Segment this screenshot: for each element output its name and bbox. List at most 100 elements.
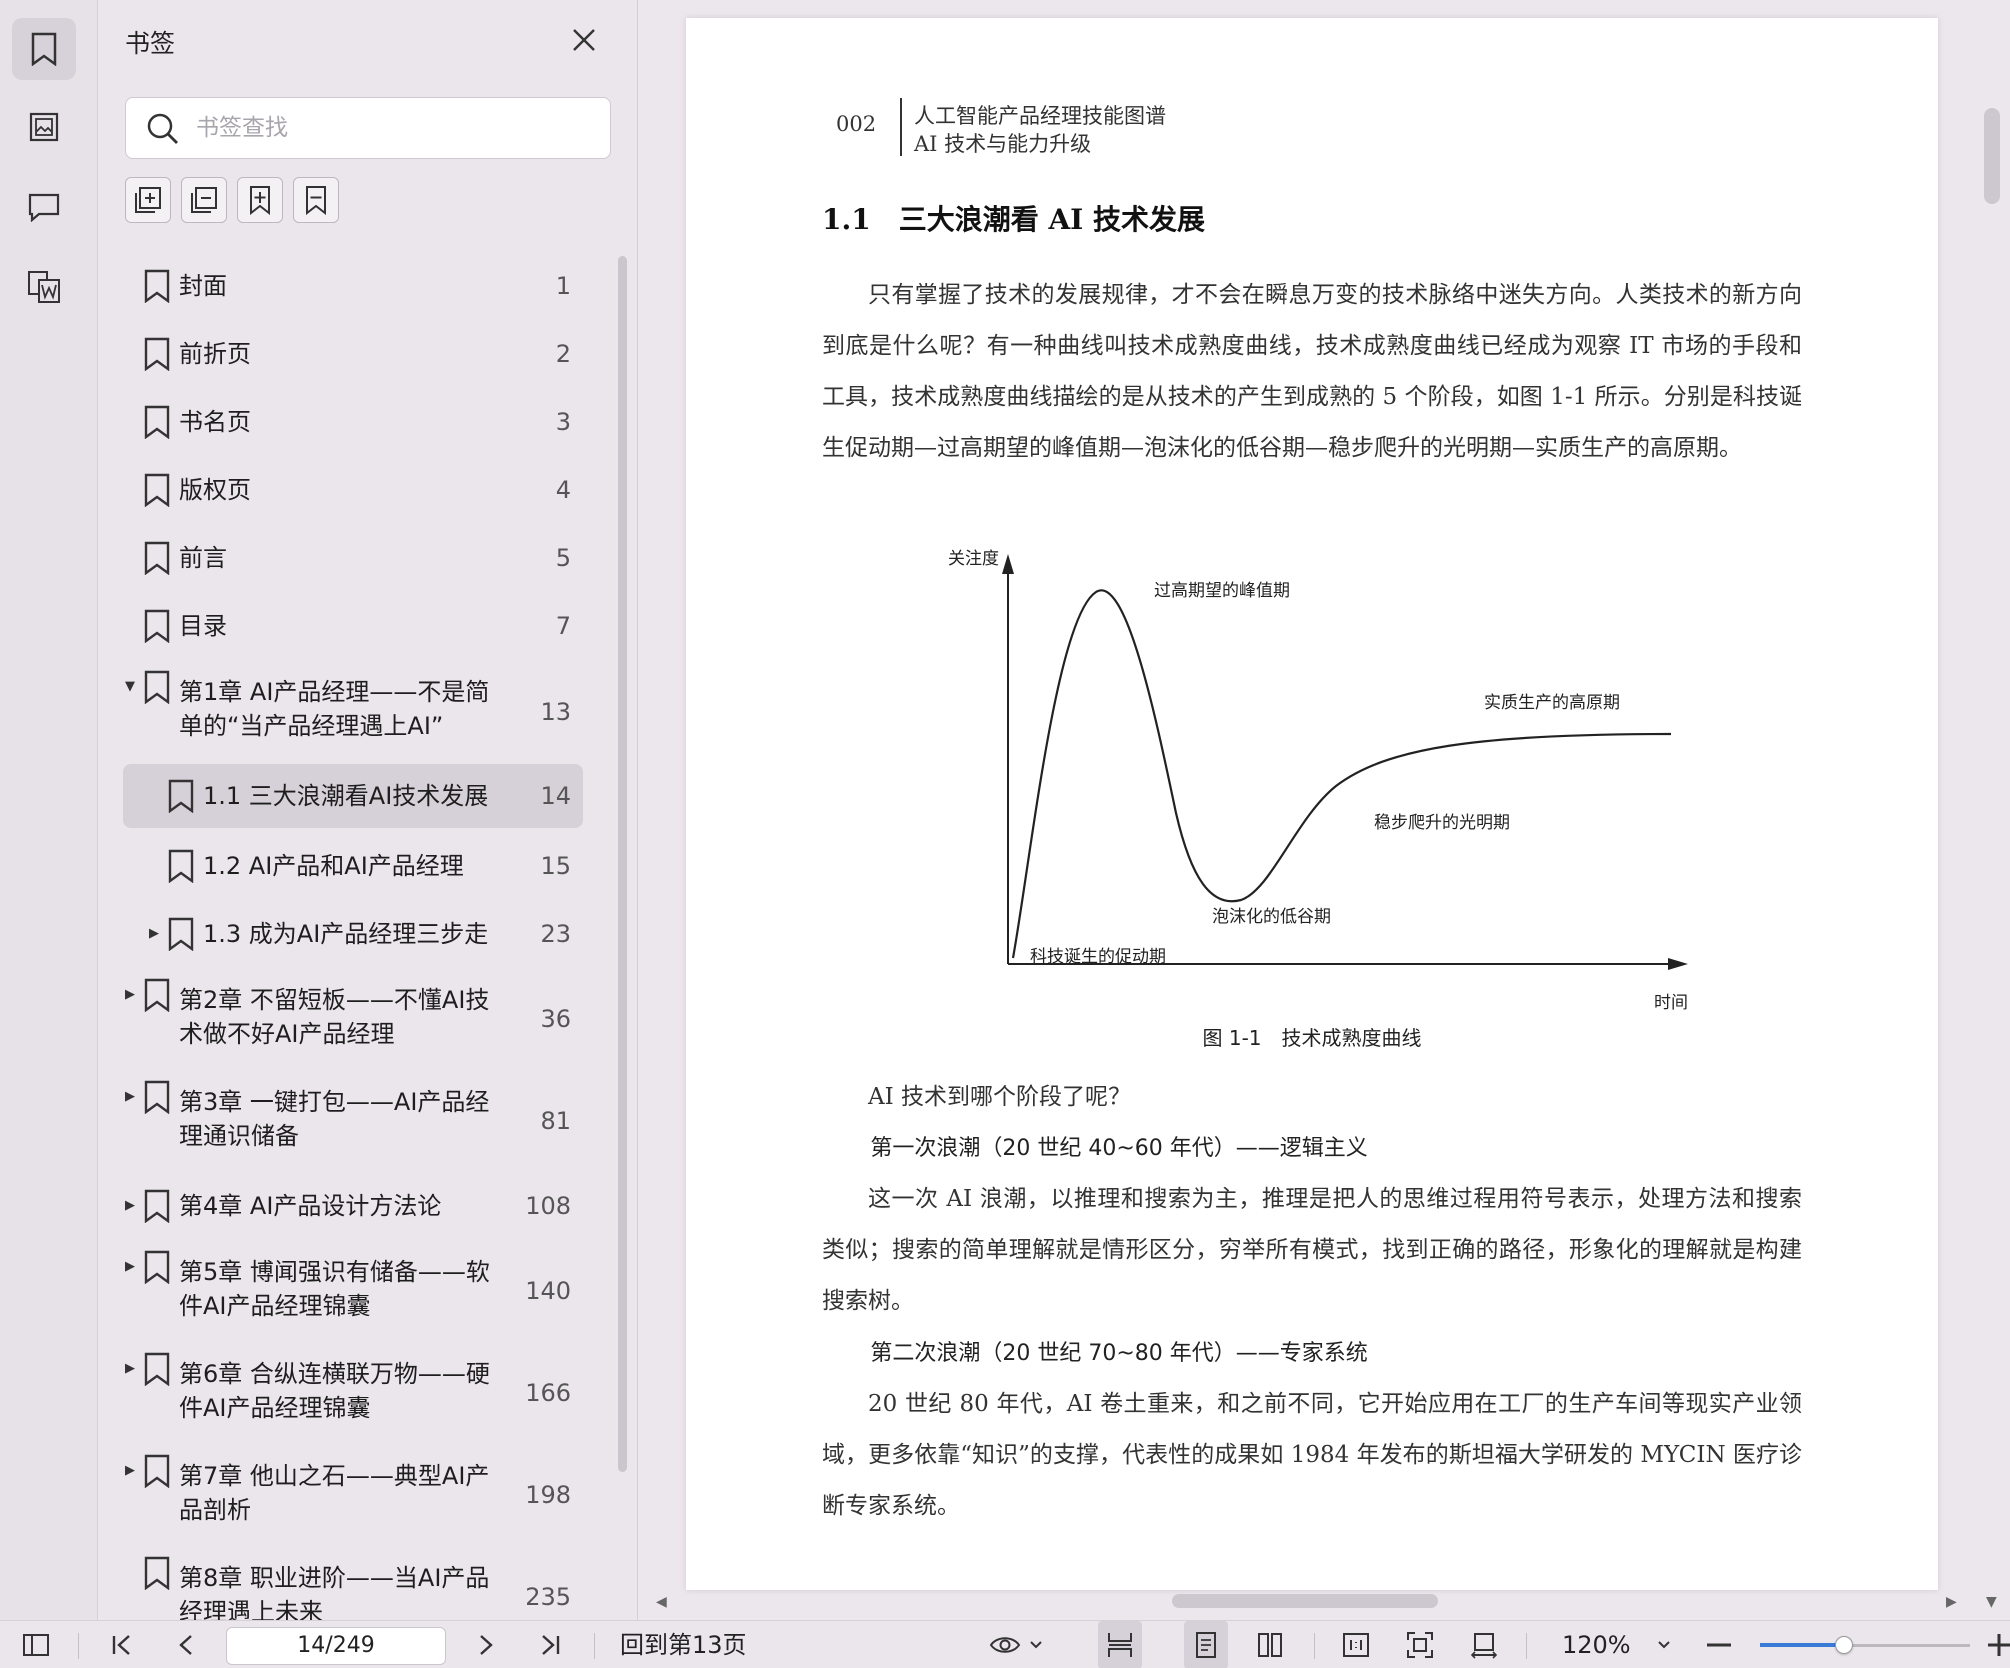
caret-right-icon[interactable]: ▶ xyxy=(125,987,135,1002)
bookmark-page-number: 235 xyxy=(525,1583,571,1611)
x-axis-arrow xyxy=(1668,958,1688,970)
bookmark-label: 第1章 AI产品经理——不是简单的“当产品经理遇上AI” xyxy=(179,678,490,740)
figure-caption: 图 1-1 技术成熟度曲线 xyxy=(1202,1026,1422,1050)
bookmark-item[interactable]: 目录 7 xyxy=(123,592,583,660)
fit-width-button[interactable] xyxy=(1098,1621,1142,1668)
minus-icon xyxy=(1707,1643,1731,1647)
bookmark-page-number: 7 xyxy=(555,612,571,640)
header-divider xyxy=(900,98,902,156)
annotation-panel-button[interactable] xyxy=(12,176,76,238)
bookmark-item[interactable]: ▶ 第4章 AI产品设计方法论 108 xyxy=(123,1172,583,1240)
zoom-in-button[interactable] xyxy=(1988,1621,2010,1668)
bookmark-icon xyxy=(144,1352,170,1386)
bookmark-item[interactable]: 前折页 2 xyxy=(123,320,583,388)
bookmark-item[interactable]: ▶ 第5章 博闻强识有储备——软件AI产品经理锦囊 140 xyxy=(123,1240,583,1342)
intro-paragraph: 只有掌握了技术的发展规律，才不会在瞬息万变的技术脉络中迷失方向。人类技术的新方向… xyxy=(822,282,1802,461)
collapse-all-button[interactable] xyxy=(181,177,227,223)
bookmark-page-number: 13 xyxy=(540,698,571,726)
bookmark-label: 第3章 一键打包——AI产品经理通识储备 xyxy=(179,1088,490,1150)
thumbnail-panel-button[interactable] xyxy=(12,96,76,158)
wave2-heading: 第二次浪潮（20 世纪 70~80 年代）——专家系统 xyxy=(870,1341,1368,1366)
bookmark-item[interactable]: 1.1 三大浪潮看AI技术发展 14 xyxy=(123,764,583,828)
zoom-dropdown-button[interactable] xyxy=(1650,1621,1678,1668)
caret-right-icon[interactable]: ▶ xyxy=(125,1089,135,1104)
expand-all-button[interactable] xyxy=(125,177,171,223)
bookmark-label: 第6章 合纵连横联万物——硬件AI产品经理锦囊 xyxy=(179,1360,490,1422)
bookmark-item[interactable]: 封面 1 xyxy=(123,252,583,320)
bookmark-remove-icon xyxy=(306,186,326,215)
first-page-button[interactable] xyxy=(102,1621,142,1668)
last-page-button[interactable] xyxy=(530,1621,570,1668)
bookmark-label: 版权页 xyxy=(179,476,251,504)
bookmark-page-number: 14 xyxy=(540,782,571,810)
running-header-subtitle: AI 技术与能力升级 xyxy=(914,132,1092,156)
bookmark-search-input[interactable] xyxy=(196,108,596,148)
bookmark-search-box xyxy=(125,97,611,159)
bookmark-item[interactable]: 前言 5 xyxy=(123,524,583,592)
view-mode-dropdown[interactable] xyxy=(984,1621,1048,1668)
last-page-icon xyxy=(542,1635,560,1655)
bookmark-icon xyxy=(144,1189,170,1223)
bookmark-item[interactable]: ▶ 第3章 一键打包——AI产品经理通识储备 81 xyxy=(123,1070,583,1172)
bookmark-label: 第5章 博闻强识有储备——软件AI产品经理锦囊 xyxy=(179,1258,490,1320)
bookmark-item[interactable]: ▶ 第2章 不留短板——不懂AI技术做不好AI产品经理 36 xyxy=(123,968,583,1070)
bookmark-icon xyxy=(144,269,170,303)
zoom-out-button[interactable] xyxy=(1702,1621,1736,1668)
caret-right-icon[interactable]: ▶ xyxy=(125,1463,135,1478)
bookmark-item[interactable]: 1.2 AI产品和AI产品经理 15 xyxy=(123,832,583,900)
y-axis-arrow xyxy=(1002,554,1014,574)
sidebar-scrollbar[interactable] xyxy=(618,256,627,1472)
word-convert-icon xyxy=(28,271,60,303)
scroll-down-arrow[interactable]: ▼ xyxy=(1986,1594,1997,1610)
bookmark-page-number: 23 xyxy=(540,920,571,948)
bookmark-icon xyxy=(144,1080,170,1114)
vertical-scrollbar[interactable] xyxy=(1984,108,2000,204)
rotate-icon xyxy=(1470,1633,1498,1659)
remove-bookmark-button[interactable] xyxy=(293,177,339,223)
toggle-sidebar-button[interactable] xyxy=(14,1621,58,1668)
bookmark-item[interactable]: ▶ 第6章 合纵连横联万物——硬件AI产品经理锦囊 166 xyxy=(123,1342,583,1444)
trough-label: 泡沫化的低谷期 xyxy=(1212,907,1331,927)
convert-panel-button[interactable] xyxy=(12,256,76,318)
rotate-page-button[interactable] xyxy=(1462,1621,1506,1668)
sidebar-toggle-icon xyxy=(23,1634,49,1656)
caret-right-icon[interactable]: ▶ xyxy=(125,1259,135,1274)
caret-down-icon[interactable]: ▼ xyxy=(125,679,135,694)
two-page-button[interactable] xyxy=(1248,1621,1292,1668)
zoom-level[interactable]: 120% xyxy=(1562,1621,1631,1668)
close-sidebar-button[interactable] xyxy=(568,24,600,56)
bookmark-item[interactable]: ▼ 第1章 AI产品经理——不是简单的“当产品经理遇上AI” 13 xyxy=(123,660,583,764)
fit-page-button[interactable] xyxy=(1398,1621,1442,1668)
bookmark-toolbar xyxy=(125,177,339,223)
bookmark-page-number: 2 xyxy=(555,340,571,368)
bookmark-icon xyxy=(144,978,170,1012)
horizontal-scrollbar[interactable] xyxy=(1172,1594,1438,1608)
back-to-page-button[interactable]: 回到第13页 xyxy=(620,1621,747,1668)
caret-right-icon[interactable]: ▶ xyxy=(125,1198,135,1213)
caret-right-icon[interactable]: ▶ xyxy=(149,926,159,941)
next-page-button[interactable] xyxy=(466,1621,506,1668)
page-number-input[interactable]: 14/249 xyxy=(226,1627,446,1665)
running-header-title: 人工智能产品经理技能图谱 xyxy=(914,104,1166,128)
bookmark-item[interactable]: ▶ 1.3 成为AI产品经理三步走 23 xyxy=(123,900,583,968)
bookmark-item[interactable]: 第8章 职业进阶——当AI产品经理遇上未来 235 xyxy=(123,1546,583,1620)
bookmark-label: 第4章 AI产品设计方法论 xyxy=(179,1192,442,1220)
actual-size-button[interactable] xyxy=(1334,1621,1378,1668)
bookmark-icon xyxy=(144,473,170,507)
chevron-left-icon xyxy=(179,1635,192,1655)
single-page-button[interactable] xyxy=(1184,1621,1228,1668)
scroll-left-arrow[interactable]: ◀ xyxy=(656,1594,667,1610)
bookmark-panel-button[interactable] xyxy=(12,18,76,80)
image-icon xyxy=(29,112,59,142)
scroll-right-arrow[interactable]: ▶ xyxy=(1946,1594,1957,1610)
zoom-slider-handle[interactable] xyxy=(1835,1636,1853,1654)
fit-width-icon xyxy=(1108,1633,1132,1657)
bookmark-item[interactable]: 书名页 3 xyxy=(123,388,583,456)
page-number: 002 xyxy=(836,112,877,136)
previous-page-button[interactable] xyxy=(166,1621,206,1668)
add-bookmark-button[interactable] xyxy=(237,177,283,223)
bookmark-item[interactable]: ▶ 第7章 他山之石——典型AI产品剖析 198 xyxy=(123,1444,583,1546)
bookmark-item[interactable]: 版权页 4 xyxy=(123,456,583,524)
bookmark-icon xyxy=(144,609,170,643)
caret-right-icon[interactable]: ▶ xyxy=(125,1361,135,1376)
